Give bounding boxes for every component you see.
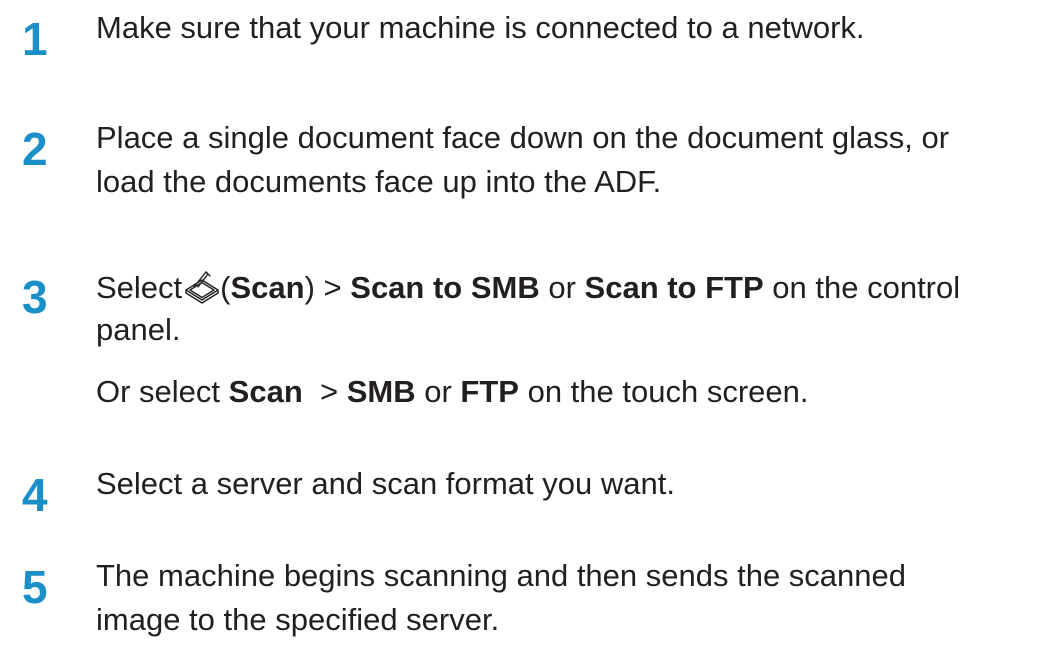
alt-scan-label: Scan: [228, 374, 303, 409]
step-number-1: 1: [22, 13, 48, 65]
step-5-text-line-2: image to the specified server.: [96, 602, 500, 637]
scan-to-smb-label: Scan to SMB: [350, 270, 540, 305]
step-number-3: 3: [22, 271, 48, 323]
open-paren: (: [220, 270, 231, 305]
scan-label: Scan: [230, 270, 305, 305]
step-4-text: Select a server and scan format you want…: [96, 466, 675, 501]
alt-or-word: or: [415, 374, 461, 409]
select-word: Select: [96, 270, 183, 305]
step-3-text-line-1: Select (Scan) > Scan to SMB or Scan to F…: [96, 270, 960, 306]
alt-smb-label: SMB: [346, 374, 416, 409]
alt-lead: Or select: [96, 374, 229, 409]
step-5-text-line-1: The machine begins scanning and then sen…: [96, 558, 907, 593]
separator: ) >: [304, 270, 351, 305]
or-word: or: [539, 270, 585, 305]
scanner-icon: [184, 270, 220, 306]
step-number-2: 2: [22, 123, 48, 175]
step-2-text-line-1: Place a single document face down on the…: [96, 120, 950, 155]
step-2-text-line-2: load the documents face up into the ADF.: [96, 164, 662, 199]
alt-separator: >: [302, 374, 347, 409]
manual-page: { "steps": [ { "number": "1", "lines": […: [0, 0, 1056, 658]
step-number-5: 5: [22, 561, 48, 613]
alt-tail: on the touch screen.: [518, 374, 809, 409]
step-number-4: 4: [22, 469, 48, 521]
alt-ftp-label: FTP: [460, 374, 519, 409]
step-3-tail: on the control: [763, 270, 961, 305]
step-3-text-line-2: panel.: [96, 312, 181, 347]
scan-to-ftp-label: Scan to FTP: [584, 270, 764, 305]
step-3-alt-instruction: Or select Scan > SMB or FTP on the touch…: [96, 376, 809, 407]
step-1-text: Make sure that your machine is connected…: [96, 10, 865, 45]
